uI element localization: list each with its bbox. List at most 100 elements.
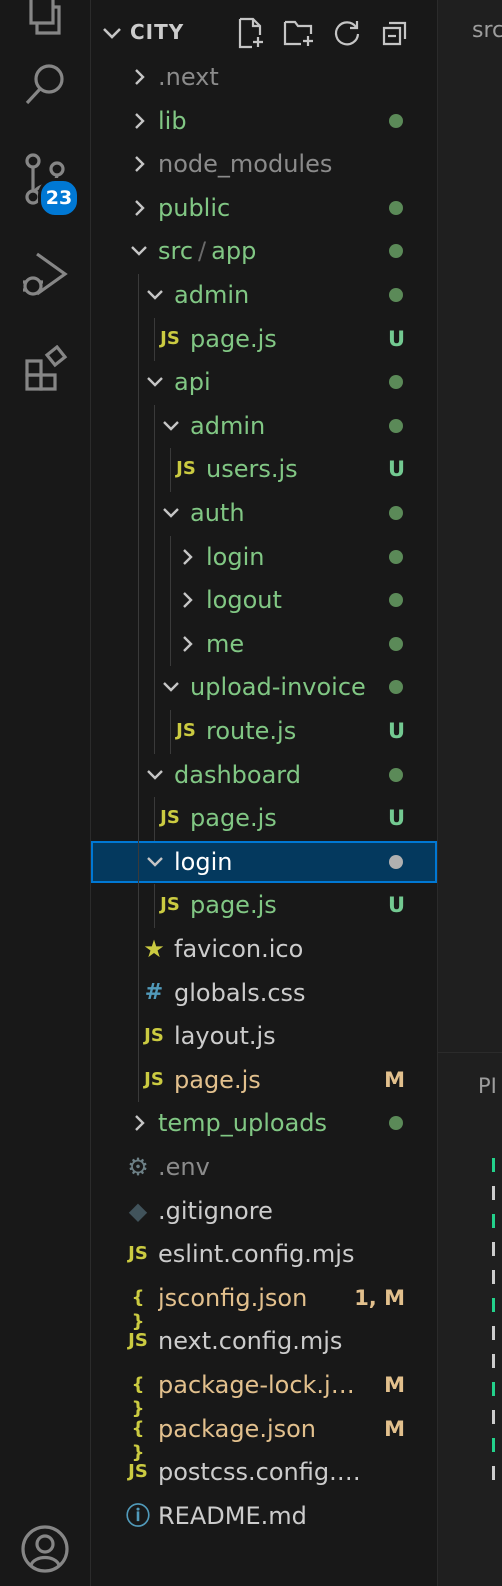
tree-item-label: next.config.mjs — [158, 1327, 343, 1356]
search-icon[interactable] — [16, 56, 74, 114]
tree-file-users-js[interactable]: JS users.js U — [91, 448, 437, 490]
js-file-icon: JS — [160, 894, 180, 916]
tree-file-page-js[interactable]: JS page.js M — [91, 1059, 437, 1101]
git-change-dot — [389, 375, 403, 390]
tree-item-label: node_modules — [158, 150, 333, 179]
chevron-down-icon[interactable] — [145, 765, 165, 785]
editor-tab-fragment[interactable]: src — [472, 18, 502, 43]
tree-item-label: public — [158, 193, 231, 222]
tree-file-layout-js[interactable]: JS layout.js — [91, 1015, 437, 1057]
tree-file-postcss-config-mjs[interactable]: JS postcss.config.mjs — [91, 1451, 437, 1493]
run-debug-icon[interactable] — [16, 245, 74, 303]
chevron-down-icon[interactable] — [161, 677, 181, 697]
chevron-right-icon[interactable] — [129, 154, 149, 174]
git-status-badge: M — [384, 1373, 405, 1397]
tree-file-env[interactable]: ⚙ .env — [91, 1146, 437, 1188]
terminal-line-fragment — [492, 1326, 502, 1340]
chevron-right-icon[interactable] — [177, 590, 197, 610]
new-folder-icon[interactable] — [283, 16, 315, 50]
indent-guide — [154, 404, 155, 754]
collapse-all-icon[interactable] — [379, 16, 411, 50]
tree-file-gitignore[interactable]: ◆ .gitignore — [91, 1190, 437, 1232]
indent-guide — [154, 884, 155, 928]
chevron-right-icon[interactable] — [129, 1113, 149, 1133]
refresh-icon[interactable] — [331, 16, 363, 50]
explorer-panel: CITY .next lib node_modulespublic src / app ad… — [91, 0, 437, 1586]
tree-folder-auth[interactable]: auth — [91, 492, 437, 534]
tree-folder-logout[interactable]: logout — [91, 579, 437, 621]
tree-item-label: .env — [158, 1153, 210, 1181]
tree-file-eslint-config-mjs[interactable]: JS eslint.config.mjs — [91, 1233, 437, 1275]
terminal-line-fragment — [492, 1242, 502, 1256]
tree-item-label: README.md — [158, 1501, 307, 1530]
tree-file-package-lock-js[interactable]: { } package-lock.js... M — [91, 1364, 437, 1419]
tree-folder-temp-uploads[interactable]: temp_uploads — [91, 1102, 437, 1144]
git-change-dot — [389, 767, 403, 782]
tree-file-jsconfig-json[interactable]: { } jsconfig.json 1, M — [91, 1277, 437, 1332]
tree-folder-admin[interactable]: admin — [91, 405, 437, 447]
tree-folder-public[interactable]: public — [91, 187, 437, 229]
tree-file-page-js[interactable]: JS page.js U — [91, 318, 437, 360]
tree-file-readme-md[interactable]: ⓘ README.md — [91, 1495, 437, 1537]
tree-file-next-config-mjs[interactable]: JS next.config.mjs — [91, 1320, 437, 1362]
git-change-dot — [389, 854, 403, 869]
chevron-right-icon[interactable] — [177, 634, 197, 654]
js-file-icon: JS — [176, 720, 196, 741]
terminal-line-fragment — [492, 1466, 502, 1480]
tree-file-page-js[interactable]: JS page.js U — [91, 797, 437, 839]
tree-folder-node-modules[interactable]: node_modules — [91, 143, 437, 185]
chevron-right-icon[interactable] — [129, 111, 149, 131]
explorer-icon[interactable] — [16, 0, 74, 44]
json-file-icon: { } — [131, 1286, 145, 1332]
tree-file-globals-css[interactable]: # globals.css — [91, 972, 437, 1014]
git-status-badge: U — [387, 457, 405, 482]
extensions-icon[interactable] — [16, 340, 74, 398]
chevron-down-icon[interactable] — [101, 22, 123, 48]
git-status-badge: U — [387, 326, 405, 351]
chevron-down-icon[interactable] — [145, 285, 165, 305]
tree-file-favicon-ico[interactable]: ★ favicon.ico — [91, 928, 437, 970]
indent-guide — [170, 535, 171, 667]
tree-folder-next[interactable]: .next — [91, 56, 437, 98]
tree-item-label: admin — [174, 281, 250, 309]
json-file-icon: { } — [131, 1374, 145, 1419]
tree-item-label: users.js — [206, 455, 298, 484]
chevron-right-icon[interactable] — [129, 198, 149, 218]
chevron-right-icon[interactable] — [177, 547, 197, 567]
terminal-line-fragment — [492, 1186, 502, 1200]
chevron-down-icon[interactable] — [161, 416, 181, 436]
chevron-right-icon[interactable] — [129, 67, 149, 87]
chevron-down-icon[interactable] — [129, 241, 149, 261]
new-file-icon[interactable] — [235, 16, 267, 50]
tree-file-page-js[interactable]: JS page.js U — [91, 884, 437, 926]
tree-item-label: page.js — [174, 1065, 261, 1094]
panel-tab-fragment[interactable]: PI — [478, 1074, 497, 1098]
tree-folder-login[interactable]: login — [91, 840, 437, 883]
tree-folder-api[interactable]: api — [91, 361, 437, 403]
chevron-down-icon[interactable] — [145, 852, 165, 872]
js-file-icon: JS — [128, 1243, 148, 1265]
tree-folder-src[interactable]: src / app — [91, 230, 437, 272]
tree-item-label: package-lock.js... — [158, 1371, 357, 1399]
editor-area — [437, 0, 502, 1586]
tree-folder-dashboard[interactable]: dashboard — [91, 754, 437, 796]
chevron-down-icon[interactable] — [145, 372, 165, 392]
js-file-icon: JS — [128, 1461, 148, 1483]
tree-item-label: layout.js — [174, 1022, 276, 1051]
tree-folder-admin[interactable]: admin — [91, 274, 437, 316]
chevron-down-icon[interactable] — [161, 503, 181, 523]
tree-folder-lib[interactable]: lib — [91, 100, 437, 142]
tree-item-label-primary: src — [158, 237, 194, 266]
tree-folder-me[interactable]: me — [91, 623, 437, 665]
explorer-header[interactable]: CITY — [91, 12, 437, 56]
tree-item-label: admin — [190, 411, 266, 440]
tree-file-route-js[interactable]: JS route.js U — [91, 710, 437, 752]
tree-file-package-json[interactable]: { } package.json M — [91, 1408, 437, 1463]
account-icon[interactable] — [16, 1520, 74, 1578]
terminal-line-fragment — [492, 1382, 502, 1396]
indent-guide — [154, 797, 155, 841]
tree-folder-upload-invoice[interactable]: upload-invoice — [91, 666, 437, 708]
tree-item-label: page.js — [190, 804, 277, 833]
tree-folder-login[interactable]: login — [91, 536, 437, 578]
git-status-badge: U — [387, 893, 405, 918]
